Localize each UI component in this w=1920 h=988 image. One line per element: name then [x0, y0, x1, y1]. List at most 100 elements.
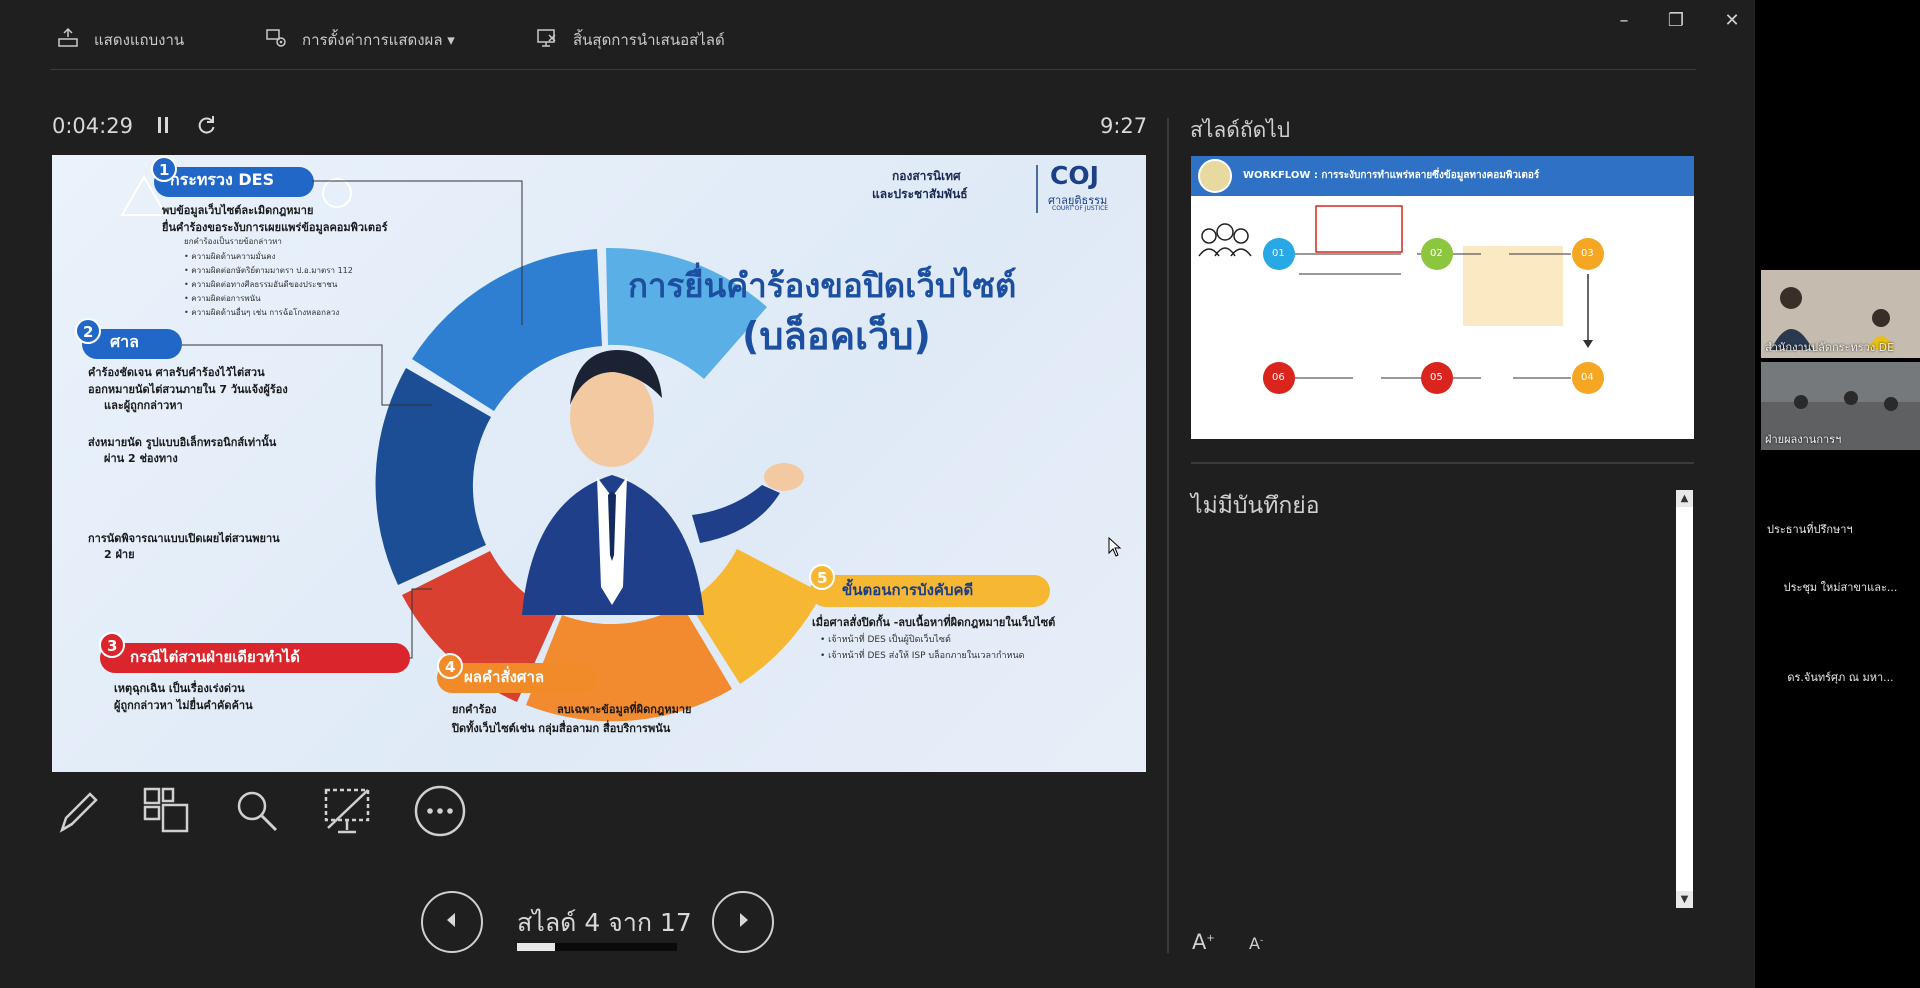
display-settings-label: การตั้งค่าการแสดงผล ▾: [302, 31, 455, 49]
section1-item-1: พบข้อมูลเว็บไซต์ละเมิดกฎหมาย: [162, 204, 314, 217]
speaker-notes[interactable]: ไม่มีบันทึกย่อ: [1191, 488, 1320, 524]
previous-slide-button[interactable]: [421, 891, 483, 953]
decrease-font-label: A: [1249, 934, 1260, 953]
pen-tool-button[interactable]: [52, 786, 106, 840]
svg-text:1: 1: [159, 161, 169, 179]
section3-item-1: เหตุฉุกเฉิน เป็นเรื่องเร่งด่วน: [114, 682, 245, 695]
participant-5-name[interactable]: ดร.จันทร์ศุภ ณ มหา...: [1761, 668, 1920, 686]
notes-scrollbar[interactable]: ▲ ▼: [1676, 490, 1693, 908]
panel-divider: [1167, 118, 1169, 953]
magnifier-icon: [232, 786, 282, 840]
section5-item-1: • เจ้าหน้าที่ DES เป็นผู้ปิดเว็บไซต์: [820, 635, 951, 645]
scroll-up-button[interactable]: ▲: [1676, 490, 1693, 507]
participant-3-name[interactable]: ประธานที่ปรึกษาฯ: [1761, 520, 1920, 538]
section5-item-2: • เจ้าหน้าที่ DES ส่งให้ ISP บล็อกภายในเ…: [820, 651, 1025, 661]
increase-font-label: A: [1192, 930, 1207, 954]
presenter-toolbar: แสดงแถบงาน การตั้งค่าการแสดงผล ▾ สิ้นสุด…: [0, 0, 1755, 72]
participant-strip: [1755, 0, 1920, 988]
section5-title: ขั้นตอนการบังคับคดี: [842, 581, 974, 599]
next-slide-thumbnail[interactable]: WORKFLOW : การระงับการทำแพร่หลายซึ่งข้อม…: [1191, 156, 1694, 439]
section2-item-3: และผู้ถูกกล่าวหา: [104, 399, 183, 412]
ring-segment-3: [375, 368, 491, 585]
workflow-step-01: 01: [1272, 248, 1285, 259]
triangle-left-icon: [442, 910, 462, 934]
slide-title-line2: (บล็อคเว็บ): [742, 314, 931, 358]
workflow-step-04: 04: [1581, 372, 1594, 383]
section1-sub-4: • ความผิดต่อการพนัน: [184, 294, 261, 303]
section4-title: ผลคำสั่งศาล: [464, 668, 545, 686]
svg-text:2: 2: [83, 323, 93, 341]
next-slide-button[interactable]: [712, 891, 774, 953]
increase-font-button[interactable]: A+: [1192, 930, 1215, 954]
section5-head: เมื่อศาลสั่งปิดกั้น -ลบเนื้อหาที่ผิดกฎหม…: [812, 616, 1056, 629]
see-all-slides-button[interactable]: [140, 786, 194, 840]
section2-title: ศาล: [110, 332, 139, 351]
show-taskbar-button[interactable]: แสดงแถบงาน: [56, 26, 184, 54]
section4-item-2: ลบเฉพาะข้อมูลที่ผิดกฎหมาย: [557, 703, 692, 716]
display-settings-button[interactable]: การตั้งค่าการแสดงผล ▾: [264, 26, 455, 54]
workflow-people-icon: [1198, 223, 1252, 257]
participant-video-1[interactable]: สำนักงานปลัดกระทรวง DE: [1761, 270, 1920, 358]
current-slide: 1 2 3 4 5 กระทรวง DES พบข้อมูลเว็บไซต์ละ…: [52, 155, 1146, 772]
taskbar-icon: [56, 26, 80, 54]
black-screen-button[interactable]: [320, 786, 374, 840]
pause-timer-button[interactable]: [150, 114, 176, 140]
section3-title: กรณีไต่สวนฝ่ายเดียวทำได้: [130, 648, 300, 666]
svg-text:3: 3: [107, 637, 117, 655]
section2-item-7: 2 ฝ่าย: [104, 548, 135, 561]
section1-sub-3: • ความผิดต่อทางศีลธรรมอันดีของประชาชน: [184, 280, 338, 289]
triangle-right-icon: [733, 910, 753, 934]
section2-item-5: ผ่าน 2 ช่องทาง: [104, 452, 178, 465]
display-settings-icon: [264, 26, 288, 54]
restore-button[interactable]: ❐: [1656, 6, 1696, 34]
scroll-down-button[interactable]: ▼: [1676, 891, 1693, 908]
end-slideshow-button[interactable]: สิ้นสุดการนำเสนอสไลด์: [535, 26, 725, 54]
mouse-cursor: [1108, 536, 1122, 561]
workflow-step-03: 03: [1581, 248, 1594, 259]
coj-logo-english: COURT OF JUSTICE: [1052, 205, 1109, 212]
toolbar-divider: [50, 69, 1696, 70]
participant-2-label: ฝ่ายผลงานการฯ: [1765, 433, 1842, 446]
next-slide-label: สไลด์ถัดไป: [1190, 118, 1291, 142]
workflow-graphics: [1191, 156, 1694, 394]
reset-icon: [197, 115, 217, 139]
section1-item-2: ยื่นคำร้องขอระงับการเผยแพร่ข้อมูลคอมพิวเ…: [162, 221, 388, 234]
section3-item-2: ผู้ถูกกล่าวหา ไม่ยื่นคำคัดค้าน: [114, 699, 253, 712]
end-slideshow-label: สิ้นสุดการนำเสนอสไลด์: [573, 31, 725, 49]
decrease-font-button[interactable]: A-: [1249, 934, 1263, 953]
pause-icon: [156, 116, 170, 138]
section2-item-1: คำร้องชัดเจน ศาลรับคำร้องไว้ไต่สวน: [88, 366, 265, 379]
org-name-line1: กองสารนิเทศ: [892, 169, 961, 183]
more-options-button[interactable]: [413, 784, 467, 842]
end-slideshow-icon: [535, 26, 559, 54]
section1-sub-1: • ความผิดด้านความมั่นคง: [184, 252, 276, 261]
show-taskbar-label: แสดงแถบงาน: [94, 31, 185, 49]
section4-item-3: ปิดทั้งเว็บไซต์เช่น กลุ่มสื่อลามก สื่อบร…: [452, 722, 671, 735]
section1-sub-0: ยกคำร้องเป็นรายข้อกล่าวหา: [184, 237, 282, 246]
reset-timer-button[interactable]: [194, 114, 220, 140]
slide-progress-fill: [517, 943, 555, 951]
svg-text:5: 5: [817, 569, 827, 587]
minimize-button[interactable]: –: [1604, 6, 1644, 34]
participant-video-2[interactable]: ฝ่ายผลงานการฯ: [1761, 362, 1920, 450]
black-screen-icon: [320, 784, 374, 842]
participant-4-name[interactable]: ประชุม ใหม่สาขาและ...: [1761, 578, 1920, 596]
workflow-step-02: 02: [1430, 248, 1443, 259]
clock: 9:27: [1100, 114, 1148, 138]
notes-divider: [1191, 462, 1694, 464]
section4-item-1: ยกคำร้อง: [452, 703, 497, 716]
svg-text:4: 4: [445, 658, 455, 676]
close-button[interactable]: ✕: [1712, 6, 1752, 34]
deco-circle: [322, 178, 352, 208]
coj-logo: COJ: [1050, 161, 1099, 190]
slide-counter[interactable]: สไลด์ 4 จาก 17: [517, 903, 692, 943]
workflow-header: WORKFLOW : การระงับการทำแพร่หลายซึ่งข้อม…: [1243, 170, 1540, 181]
workflow-step-06: 06: [1272, 372, 1285, 383]
pen-icon: [54, 786, 104, 840]
elapsed-timer: 0:04:29: [52, 114, 133, 138]
workflow-step-05: 05: [1430, 372, 1443, 383]
more-icon: [413, 784, 467, 842]
org-name-line2: และประชาสัมพันธ์: [872, 187, 968, 201]
zoom-button[interactable]: [230, 786, 284, 840]
section1-sub-2: • ความผิดต่อกษัตริย์ตามมาตรา ป.อ.มาตรา 1…: [184, 266, 353, 275]
